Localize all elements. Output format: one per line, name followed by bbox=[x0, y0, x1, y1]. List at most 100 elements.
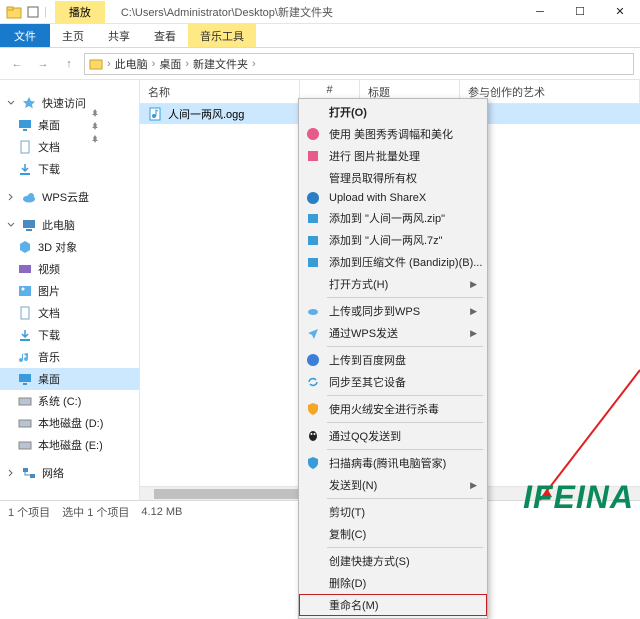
disk-icon bbox=[18, 416, 32, 430]
chevron-down-icon bbox=[6, 220, 16, 230]
disk-icon bbox=[18, 438, 32, 452]
pc-icon bbox=[22, 218, 36, 232]
pin-icon bbox=[90, 108, 100, 118]
cm-label: 同步至其它设备 bbox=[329, 374, 406, 390]
nav-documents-2[interactable]: 文档 bbox=[0, 302, 139, 324]
download-icon bbox=[18, 328, 32, 342]
menu-separator bbox=[327, 346, 483, 347]
cm-shortcut[interactable]: 创建快捷方式(S) bbox=[299, 550, 487, 572]
contextual-tab-playback[interactable]: 播放 bbox=[55, 1, 105, 23]
cm-add-zip[interactable]: 添加到 "人间一两风.zip" bbox=[299, 207, 487, 229]
nav-label: 网络 bbox=[42, 465, 64, 481]
cm-cut[interactable]: 剪切(T) bbox=[299, 501, 487, 523]
breadcrumb-pc[interactable]: 此电脑 bbox=[115, 56, 148, 72]
video-icon bbox=[18, 262, 32, 276]
context-menu: 打开(O) 使用 美图秀秀调幅和美化 进行 图片批量处理 管理员取得所有权 Up… bbox=[298, 98, 488, 619]
nav-downloads[interactable]: 下载 bbox=[0, 158, 139, 180]
send-icon bbox=[305, 325, 321, 341]
cm-batch[interactable]: 进行 图片批量处理 bbox=[299, 145, 487, 167]
menu-separator bbox=[327, 449, 483, 450]
cm-qq-send[interactable]: 通过QQ发送到 bbox=[299, 425, 487, 447]
cm-label: 上传到百度网盘 bbox=[329, 352, 406, 368]
forward-button[interactable]: → bbox=[32, 53, 54, 75]
watermark: IFEINA bbox=[523, 479, 634, 516]
nav-wps-cloud[interactable]: WPS云盘 bbox=[0, 186, 139, 208]
folder-icon bbox=[89, 57, 103, 71]
nav-this-pc[interactable]: 此电脑 bbox=[0, 214, 139, 236]
chevron-right-icon[interactable]: › bbox=[183, 58, 191, 70]
cm-delete[interactable]: 删除(D) bbox=[299, 572, 487, 594]
cm-wps-sync[interactable]: 上传或同步到WPS▶ bbox=[299, 300, 487, 322]
cm-send-to[interactable]: 发送到(N)▶ bbox=[299, 474, 487, 496]
cm-label: Upload with ShareX bbox=[329, 192, 426, 204]
share-tab[interactable]: 共享 bbox=[96, 24, 142, 47]
nav-videos[interactable]: 视频 bbox=[0, 258, 139, 280]
cm-label: 扫描病毒(腾讯电脑管家) bbox=[329, 455, 446, 471]
cube-icon bbox=[18, 240, 32, 254]
column-name[interactable]: 名称 bbox=[140, 80, 300, 103]
breadcrumb-desktop[interactable]: 桌面 bbox=[159, 56, 181, 72]
shield-icon bbox=[305, 401, 321, 417]
folder-icon bbox=[6, 4, 22, 20]
file-tab[interactable]: 文件 bbox=[0, 24, 50, 47]
nav-disk-e[interactable]: 本地磁盘 (E:) bbox=[0, 434, 139, 456]
cm-admin[interactable]: 管理员取得所有权 bbox=[299, 167, 487, 189]
nav-pictures[interactable]: 图片 bbox=[0, 280, 139, 302]
maximize-button[interactable]: ☐ bbox=[560, 0, 600, 24]
cm-label: 通过WPS发送 bbox=[329, 325, 398, 341]
close-button[interactable]: ✕ bbox=[600, 0, 640, 24]
cm-baidu[interactable]: 上传到百度网盘 bbox=[299, 349, 487, 371]
nav-music[interactable]: 音乐 bbox=[0, 346, 139, 368]
minimize-button[interactable]: ─ bbox=[520, 0, 560, 24]
cm-tencent-scan[interactable]: 扫描病毒(腾讯电脑管家) bbox=[299, 452, 487, 474]
nav-label: 下载 bbox=[38, 161, 60, 177]
cm-label: 发送到(N) bbox=[329, 477, 377, 493]
pin-icon bbox=[90, 121, 100, 131]
cm-copy[interactable]: 复制(C) bbox=[299, 523, 487, 545]
menu-separator bbox=[327, 297, 483, 298]
cm-huorong[interactable]: 使用火绒安全进行杀毒 bbox=[299, 398, 487, 420]
disk-icon bbox=[18, 394, 32, 408]
music-tools-tab[interactable]: 音乐工具 bbox=[188, 24, 256, 47]
cm-label: 添加到 "人间一两风.7z" bbox=[329, 232, 443, 248]
chevron-right-icon[interactable]: › bbox=[150, 58, 158, 70]
chevron-right-icon[interactable]: › bbox=[250, 58, 258, 70]
cm-wps-send[interactable]: 通过WPS发送 ▶ bbox=[299, 322, 487, 344]
menu-separator bbox=[327, 395, 483, 396]
qat-divider: | bbox=[44, 6, 47, 18]
nav-desktop-2[interactable]: 桌面 bbox=[0, 368, 139, 390]
breadcrumb[interactable]: › 此电脑 › 桌面 › 新建文件夹 › bbox=[84, 53, 634, 75]
cm-label: 打开方式(H) bbox=[329, 276, 388, 292]
view-tab[interactable]: 查看 bbox=[142, 24, 188, 47]
cm-label: 添加到 "人间一两风.zip" bbox=[329, 210, 445, 226]
cm-sharex[interactable]: Upload with ShareX bbox=[299, 189, 487, 207]
cm-open[interactable]: 打开(O) bbox=[299, 101, 487, 123]
properties-icon[interactable] bbox=[26, 5, 40, 19]
nav-disk-d[interactable]: 本地磁盘 (D:) bbox=[0, 412, 139, 434]
nav-network[interactable]: 网络 bbox=[0, 462, 139, 484]
status-selected-count: 选中 1 个项目 bbox=[62, 504, 129, 520]
nav-label: 桌面 bbox=[38, 371, 60, 387]
chevron-right-icon[interactable]: › bbox=[105, 58, 113, 70]
up-button[interactable]: ↑ bbox=[58, 53, 80, 75]
home-tab[interactable]: 主页 bbox=[50, 24, 96, 47]
cm-meitu[interactable]: 使用 美图秀秀调幅和美化 bbox=[299, 123, 487, 145]
cm-add-bandizip[interactable]: 添加到压缩文件 (Bandizip)(B)... bbox=[299, 251, 487, 273]
nav-label: 文档 bbox=[38, 305, 60, 321]
cm-label: 上传或同步到WPS bbox=[329, 303, 420, 319]
nav-label: WPS云盘 bbox=[42, 189, 89, 205]
cm-open-with[interactable]: 打开方式(H)▶ bbox=[299, 273, 487, 295]
nav-label: 视频 bbox=[38, 261, 60, 277]
breadcrumb-folder[interactable]: 新建文件夹 bbox=[193, 56, 248, 72]
cm-rename[interactable]: 重命名(M) bbox=[299, 594, 487, 616]
cm-sync-devices[interactable]: 同步至其它设备 bbox=[299, 371, 487, 393]
cm-add-7z[interactable]: 添加到 "人间一两风.7z" bbox=[299, 229, 487, 251]
qq-icon bbox=[305, 428, 321, 444]
desktop-icon bbox=[18, 372, 32, 386]
nav-downloads-2[interactable]: 下载 bbox=[0, 324, 139, 346]
nav-disk-c[interactable]: 系统 (C:) bbox=[0, 390, 139, 412]
pin-icon bbox=[90, 134, 100, 144]
nav-3d-objects[interactable]: 3D 对象 bbox=[0, 236, 139, 258]
chevron-right-icon: ▶ bbox=[470, 328, 477, 339]
back-button[interactable]: ← bbox=[6, 53, 28, 75]
